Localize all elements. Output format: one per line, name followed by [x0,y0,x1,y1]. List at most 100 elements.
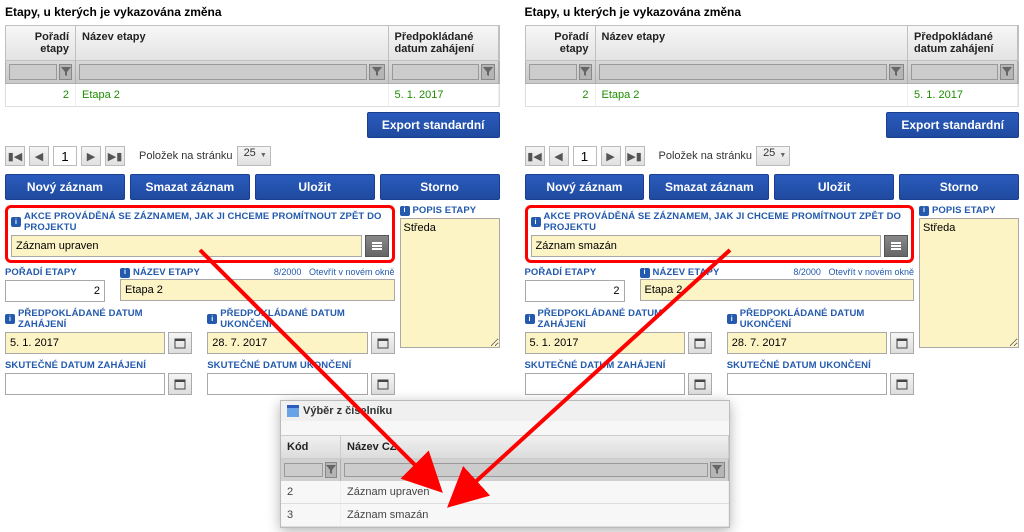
calendar-icon[interactable] [688,373,712,395]
cancel-button[interactable]: Storno [899,174,1019,200]
cell-datum: 5. 1. 2017 [908,84,1018,106]
pager-last-icon[interactable]: ▶▮ [625,146,645,166]
popup-filter-nazev[interactable] [344,463,708,477]
table-row[interactable]: 2 Etapa 2 5. 1. 2017 [525,84,1020,107]
funnel-icon[interactable] [59,64,72,80]
table-row[interactable]: 2 Etapa 2 5. 1. 2017 [5,84,500,107]
nazev-input[interactable] [640,279,915,301]
popis-label: iPOPIS ETAPY [919,205,1019,216]
panel-right: Etapy, u kterých je vykazována změna Poř… [525,5,1020,401]
filter-datum[interactable] [392,64,479,80]
funnel-icon[interactable] [369,64,384,80]
pager-size-combo[interactable]: 25 [756,146,790,166]
pager-label: Položek na stránku [659,150,753,162]
skzah-input[interactable] [5,373,165,395]
new-button[interactable]: Nový záznam [5,174,125,200]
popis-textarea[interactable] [400,218,500,348]
popup-row[interactable]: 3 Záznam smazán [281,504,729,527]
nazev-label: iNÁZEV ETAPY [120,267,200,278]
calendar-icon[interactable] [890,373,914,395]
popup-row[interactable]: 2 Záznam upraven [281,481,729,504]
datzah-input[interactable] [5,332,165,354]
delete-button[interactable]: Smazat záznam [649,174,769,200]
info-icon: i [120,268,130,278]
col-poradi[interactable]: Pořadí etapy [6,26,76,60]
calendar-icon[interactable] [371,332,395,354]
popup-col-nazev[interactable]: Název CZ [341,436,729,458]
info-icon: i [640,268,650,278]
filter-poradi[interactable] [529,64,577,80]
datzah-label: iPŘEDPOKLÁDANÉ DATUM ZAHÁJENÍ [5,308,192,330]
popis-textarea[interactable] [919,218,1019,348]
akce-label: iAKCE PROVÁDĚNÁ SE ZÁZNAMEM, JAK JI CHCE… [531,211,909,233]
calendar-icon[interactable] [890,332,914,354]
akce-input[interactable] [11,235,362,257]
open-new-window-link[interactable]: Otevřít v novém okně [828,267,914,277]
col-datum[interactable]: Předpokládané datum zahájení [389,26,499,60]
skzah-input[interactable] [525,373,685,395]
skuk-input[interactable] [207,373,367,395]
save-button[interactable]: Uložit [255,174,375,200]
lookup-icon[interactable] [365,235,389,257]
datuk-input[interactable] [207,332,367,354]
calendar-icon[interactable] [168,373,192,395]
popup-filter-kod[interactable] [284,463,323,477]
pager-first-icon[interactable]: ▮◀ [5,146,25,166]
calendar-icon[interactable] [168,332,192,354]
export-button[interactable]: Export standardní [367,112,500,138]
poradi-label: POŘADÍ ETAPY [5,267,105,278]
akce-input[interactable] [531,235,882,257]
filter-nazev[interactable] [599,64,887,80]
funnel-icon[interactable] [481,64,495,80]
cancel-button[interactable]: Storno [380,174,500,200]
pager-first-icon[interactable]: ▮◀ [525,146,545,166]
popup-cell-nazev: Záznam smazán [341,504,729,526]
popup-filter [281,459,729,481]
pager-last-icon[interactable]: ▶▮ [105,146,125,166]
funnel-icon[interactable] [710,462,725,478]
pager-next-icon[interactable]: ▶ [81,146,101,166]
poradi-input[interactable] [525,280,625,302]
window-icon [287,405,299,417]
action-row: Nový záznam Smazat záznam Uložit Storno [5,174,500,200]
pager-prev-icon[interactable]: ◀ [29,146,49,166]
filter-nazev[interactable] [79,64,367,80]
col-datum[interactable]: Předpokládané datum zahájení [908,26,1018,60]
skzah-label: SKUTEČNÉ DATUM ZAHÁJENÍ [525,360,712,371]
action-row: Nový záznam Smazat záznam Uložit Storno [525,174,1020,200]
datuk-input[interactable] [727,332,887,354]
panel-title: Etapy, u kterých je vykazována změna [525,5,1020,19]
funnel-icon[interactable] [1000,64,1014,80]
filter-poradi[interactable] [9,64,57,80]
pager-size-combo[interactable]: 25 [237,146,271,166]
datuk-label: iPŘEDPOKLÁDANÉ DATUM UKONČENÍ [727,308,914,330]
calendar-icon[interactable] [688,332,712,354]
new-button[interactable]: Nový záznam [525,174,645,200]
funnel-icon[interactable] [579,64,592,80]
datuk-label: iPŘEDPOKLÁDANÉ DATUM UKONČENÍ [207,308,394,330]
panel-title: Etapy, u kterých je vykazována změna [5,5,500,19]
datzah-input[interactable] [525,332,685,354]
poradi-input[interactable] [5,280,105,302]
pager-page-input[interactable] [53,146,77,166]
save-button[interactable]: Uložit [774,174,894,200]
skuk-input[interactable] [727,373,887,395]
delete-button[interactable]: Smazat záznam [130,174,250,200]
pager-next-icon[interactable]: ▶ [601,146,621,166]
funnel-icon[interactable] [889,64,904,80]
lookup-popup: Výběr z číselníku Kód Název CZ 2 Záznam … [280,400,730,528]
col-nazev[interactable]: Název etapy [596,26,909,60]
filter-datum[interactable] [911,64,998,80]
nazev-input[interactable] [120,279,395,301]
lookup-icon[interactable] [884,235,908,257]
pager-prev-icon[interactable]: ◀ [549,146,569,166]
open-new-window-link[interactable]: Otevřít v novém okně [309,267,395,277]
poradi-label: POŘADÍ ETAPY [525,267,625,278]
pager-page-input[interactable] [573,146,597,166]
popup-col-kod[interactable]: Kód [281,436,341,458]
col-poradi[interactable]: Pořadí etapy [526,26,596,60]
export-button[interactable]: Export standardní [886,112,1019,138]
col-nazev[interactable]: Název etapy [76,26,389,60]
calendar-icon[interactable] [371,373,395,395]
funnel-icon[interactable] [325,462,337,478]
